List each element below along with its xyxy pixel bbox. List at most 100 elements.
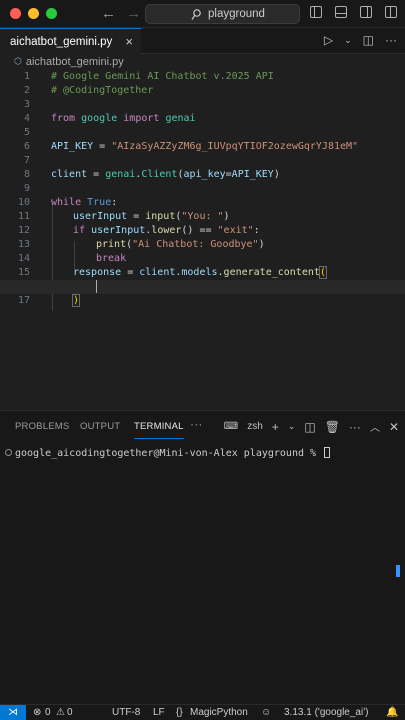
module-name: google (81, 113, 118, 124)
module-name: genai (105, 169, 136, 180)
keyword: import (123, 113, 160, 124)
warnings-count[interactable]: 0 (67, 707, 73, 718)
editor-actions: ▷ ⌄ ◫ ··· (324, 33, 397, 47)
object-name: client (139, 267, 176, 278)
customize-layout-icon[interactable] (385, 6, 397, 18)
open-bracket: ( (318, 266, 327, 279)
more-actions-icon[interactable]: ··· (385, 33, 397, 47)
code-editor[interactable]: 1234567891011121314151617 # Google Gemin… (0, 70, 405, 410)
comment-line: # Google Gemini AI Chatbot v.2025 API (51, 71, 274, 82)
function-name: input (145, 211, 176, 222)
tab-terminal[interactable]: TERMINAL (134, 421, 184, 439)
language-mode[interactable]: MagicPython (190, 707, 248, 718)
line-number: 7 (23, 155, 30, 166)
toggle-secondary-sidebar-icon[interactable] (360, 6, 372, 18)
variable: response (73, 267, 122, 278)
class-name: Client (141, 169, 178, 180)
string: "You: " (181, 211, 224, 222)
constant: True (87, 197, 112, 208)
run-dropdown-chevron-icon[interactable]: ⌄ (344, 35, 352, 46)
operator: = (87, 169, 106, 180)
panel-more-icon[interactable]: ··· (190, 417, 203, 431)
python-file-icon: ⬡ (14, 57, 22, 67)
terminal-prompt-line[interactable]: google_aicodingtogether@Mini-von-Alex pl… (5, 447, 331, 459)
tab-aichatbot-gemini[interactable]: aichatbot_gemini.py × (0, 28, 141, 54)
function-name: lower (151, 225, 182, 236)
run-icon[interactable]: ▷ (324, 33, 333, 47)
string: "AIzaSyAZZyZM6g_IUVpqYTIOF2ozewGqrYJ81eM… (111, 141, 359, 152)
command-center-search[interactable]: playground (145, 4, 300, 24)
split-editor-icon[interactable]: ◫ (363, 33, 374, 47)
terminal-scrollbar-marker[interactable] (396, 565, 400, 577)
toggle-panel-icon[interactable] (335, 6, 347, 18)
line-number: 5 (23, 127, 30, 138)
variable: userInput (73, 211, 128, 222)
keyword: break (96, 253, 127, 264)
status-bar: ⋊ ⊗ 0 ⚠ 0 UTF-8 LF {} MagicPython ☺ 3.13… (0, 704, 405, 720)
errors-count[interactable]: 0 (45, 707, 51, 718)
braces-icon: {} (176, 707, 183, 718)
terminal-dropdown-chevron-icon[interactable]: ⌄ (288, 421, 296, 432)
remote-indicator-icon[interactable]: ⋊ (0, 705, 26, 720)
maximize-window-button[interactable] (46, 8, 57, 19)
breadcrumb: ⬡ aichatbot_gemini.py (0, 54, 405, 70)
close-bracket: ) (71, 294, 81, 307)
line-number: 3 (23, 99, 30, 110)
terminal-actions: ⌨ zsh + ⌄ ◫ 🗑 ··· ︿ ✕ (223, 419, 399, 435)
copilot-icon[interactable]: ☺ (261, 707, 271, 718)
tab-filename: aichatbot_gemini.py (10, 35, 113, 48)
text-cursor (96, 280, 97, 293)
warnings-icon[interactable]: ⚠ (56, 707, 65, 718)
comment-line: # @CodingTogether (51, 85, 154, 96)
argument: api_key (183, 169, 226, 180)
function-name: generate_content (223, 267, 320, 278)
python-interpreter[interactable]: 3.13.1 ('google_ai') (284, 707, 368, 718)
new-terminal-icon[interactable]: + (272, 420, 279, 434)
window-controls (10, 8, 57, 19)
back-arrow-icon[interactable]: ← (101, 5, 116, 22)
attribute: models (181, 267, 218, 278)
variable: userInput (91, 225, 146, 236)
panel-more-actions-icon[interactable]: ··· (349, 420, 361, 434)
terminal-shell-name[interactable]: zsh (247, 421, 263, 432)
line-number: 9 (23, 183, 30, 194)
tab-problems[interactable]: PROBLEMS (15, 421, 69, 432)
string: "Ai Chatbot: Goodbye" (132, 239, 259, 250)
keyword: while (51, 197, 82, 208)
tab-output[interactable]: OUTPUT (80, 421, 120, 432)
maximize-panel-chevron-up-icon[interactable]: ︿ (370, 419, 380, 434)
module-name: genai (165, 113, 196, 124)
keyword: if (73, 225, 86, 236)
encoding-indicator[interactable]: UTF-8 (112, 707, 140, 718)
title-bar: ← → playground (0, 0, 405, 28)
terminal-cursor (324, 447, 331, 458)
kill-terminal-trash-icon[interactable]: 🗑 (325, 420, 340, 434)
editor-tab-bar: aichatbot_gemini.py × ▷ ⌄ ◫ ··· (0, 28, 405, 54)
terminal-shell-icon: ⌨ (223, 421, 239, 432)
toggle-sidebar-icon[interactable] (310, 6, 322, 18)
minimize-window-button[interactable] (28, 8, 39, 19)
errors-icon[interactable]: ⊗ (33, 707, 41, 718)
navigation-arrows: ← → (101, 5, 141, 22)
string: "exit" (217, 225, 254, 236)
forward-arrow-icon[interactable]: → (126, 5, 141, 22)
search-text: playground (208, 8, 265, 20)
notifications-bell-icon[interactable]: 🔔 (386, 707, 398, 718)
terminal-decoration-icon (5, 449, 12, 456)
variable: API_KEY (51, 141, 94, 152)
split-terminal-icon[interactable]: ◫ (304, 420, 315, 434)
bottom-panel: PROBLEMS OUTPUT TERMINAL ··· ⌨ zsh + ⌄ ◫… (0, 410, 405, 704)
eol-indicator[interactable]: LF (153, 707, 165, 718)
panel-tabs: PROBLEMS OUTPUT TERMINAL ··· ⌨ zsh + ⌄ ◫… (0, 411, 405, 443)
layout-controls (310, 6, 397, 18)
keyword: from (51, 113, 76, 124)
search-icon (191, 9, 201, 20)
variable: API_KEY (231, 169, 274, 180)
close-tab-icon[interactable]: × (125, 34, 133, 49)
function-name: print (96, 239, 127, 250)
terminal-prompt: google_aicodingtogether@Mini-von-Alex pl… (15, 448, 323, 459)
close-window-button[interactable] (10, 8, 21, 19)
close-panel-icon[interactable]: ✕ (389, 420, 399, 434)
breadcrumb-file[interactable]: aichatbot_gemini.py (26, 56, 124, 68)
current-line-highlight (0, 280, 405, 294)
